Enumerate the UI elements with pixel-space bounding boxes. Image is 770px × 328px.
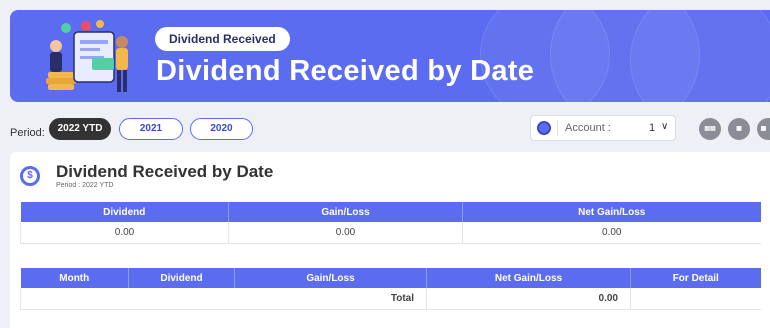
page-banner: Dividend Received Dividend Received by D…: [10, 10, 770, 102]
col-dividend: Dividend: [128, 268, 235, 288]
total-label: Total: [20, 288, 427, 310]
total-row: Total 0.00: [20, 288, 761, 310]
report-card: $ Dividend Received by Date Period : 202…: [10, 152, 770, 328]
period-2021-button[interactable]: 2021: [119, 118, 183, 140]
total-net-gain-loss: 0.00: [426, 288, 631, 310]
account-label: Account :: [565, 122, 611, 134]
summary-table: Dividend Gain/Loss Net Gain/Loss 0.00 0.…: [20, 202, 761, 244]
banner-category-pill: Dividend Received: [155, 27, 290, 51]
summary-header-row: Dividend Gain/Loss Net Gain/Loss: [20, 202, 761, 222]
card-title: Dividend Received by Date: [56, 162, 274, 181]
detail-table: Month Dividend Gain/Loss Net Gain/Loss F…: [20, 268, 761, 310]
net-gain-loss-value: 0.00: [462, 222, 761, 244]
card-period-subtitle: Period : 2022 YTD: [56, 182, 114, 189]
col-dividend: Dividend: [20, 202, 229, 222]
period-2020-button[interactable]: 2020: [190, 118, 253, 140]
period-2022-ytd-button[interactable]: 2022 YTD: [49, 118, 111, 140]
dividend-value: 0.00: [20, 222, 229, 244]
banner-decoration: [630, 10, 770, 102]
chevron-down-icon: ∨: [661, 121, 669, 132]
divider: [557, 120, 558, 136]
detail-header-row: Month Dividend Gain/Loss Net Gain/Loss F…: [20, 268, 761, 288]
account-value: 1: [649, 122, 656, 134]
pdf-icon[interactable]: ▦: [728, 118, 750, 140]
account-select[interactable]: Account : 1 ∨: [530, 115, 676, 141]
col-gain-loss: Gain/Loss: [228, 202, 463, 222]
gain-loss-value: 0.00: [228, 222, 463, 244]
user-icon: [537, 121, 551, 135]
dollar-circle-icon: $: [20, 166, 40, 186]
col-net-gain-loss: Net Gain/Loss: [462, 202, 761, 222]
col-net-gain-loss: Net Gain/Loss: [426, 268, 631, 288]
col-month: Month: [20, 268, 129, 288]
print-icon[interactable]: ▩: [757, 118, 770, 140]
col-for-detail: For Detail: [630, 268, 761, 288]
print-preview-icon[interactable]: ▤▤: [699, 118, 721, 140]
period-label: Period:: [10, 127, 45, 139]
table-row: 0.00 0.00 0.00: [20, 222, 761, 244]
dividend-illustration-icon: [46, 20, 128, 92]
total-detail-cell: [630, 288, 761, 310]
banner-title: Dividend Received by Date: [156, 55, 535, 87]
col-gain-loss: Gain/Loss: [234, 268, 427, 288]
